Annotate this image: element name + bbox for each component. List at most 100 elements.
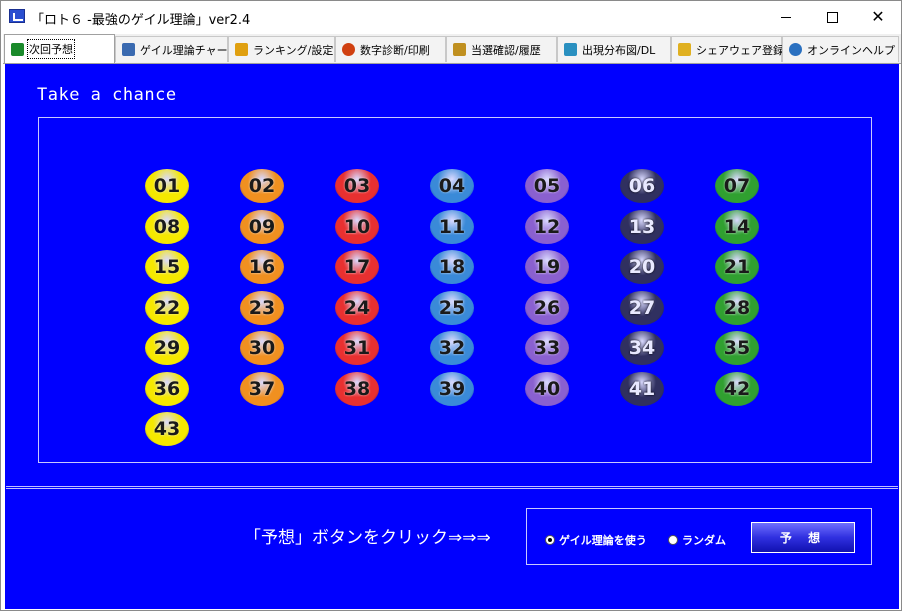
ball-number: 07 xyxy=(723,175,751,197)
number-ball[interactable]: 10 xyxy=(335,209,379,244)
tab-history[interactable]: 当選確認/履歴 xyxy=(446,36,557,62)
ball-number: 41 xyxy=(628,377,656,400)
ball-number: 23 xyxy=(248,296,276,319)
number-ball[interactable]: 11 xyxy=(430,209,474,244)
radio-random[interactable]: ランダム xyxy=(668,532,726,548)
main-panel: Take a chance 01 02 03 04 05 06 07 08 09 10 11 12 13… xyxy=(5,64,899,609)
number-ball[interactable]: 14 xyxy=(715,209,759,244)
number-ball[interactable]: 37 xyxy=(240,371,284,406)
predict-button[interactable]: 予 想 xyxy=(751,522,855,553)
ball-number: 43 xyxy=(153,418,181,440)
ball-number: 28 xyxy=(723,296,751,319)
ball-number: 40 xyxy=(533,377,561,400)
number-ball[interactable]: 31 xyxy=(335,331,379,365)
number-ball[interactable]: 32 xyxy=(430,331,474,365)
close-button[interactable]: ✕ xyxy=(855,1,901,33)
ball-number: 04 xyxy=(438,175,466,197)
number-ball[interactable]: 35 xyxy=(715,331,759,365)
tab-diagnosis[interactable]: 数字診断/印刷 xyxy=(335,36,446,62)
number-ball[interactable]: 03 xyxy=(335,169,379,203)
number-ball[interactable]: 20 xyxy=(620,250,664,284)
tab-next-prediction[interactable]: 次回予想 xyxy=(4,34,115,63)
number-ball[interactable]: 01 xyxy=(145,169,189,203)
number-ball[interactable]: 15 xyxy=(145,250,189,284)
ball-number: 27 xyxy=(628,296,656,319)
ball-number: 10 xyxy=(343,215,371,238)
minimize-icon xyxy=(781,16,791,18)
ball-number: 05 xyxy=(533,175,561,197)
number-ball[interactable]: 42 xyxy=(715,371,759,406)
number-ball[interactable]: 23 xyxy=(240,290,284,325)
number-ball[interactable]: 07 xyxy=(715,169,759,203)
number-ball[interactable]: 19 xyxy=(525,250,569,284)
app-icon xyxy=(9,9,25,23)
ball-number: 15 xyxy=(153,256,181,278)
number-ball[interactable]: 25 xyxy=(430,290,474,325)
instruction-text: 「予想」ボタンをクリック⇒⇒⇒ xyxy=(244,528,491,548)
distribution-icon xyxy=(564,43,577,56)
tab-gail-chart[interactable]: ゲイル理論チャート xyxy=(115,36,239,62)
ball-number: 13 xyxy=(628,215,656,238)
ball-number: 30 xyxy=(248,337,276,359)
number-ball[interactable]: 08 xyxy=(145,209,189,244)
number-ball[interactable]: 29 xyxy=(145,331,189,365)
number-ball[interactable]: 43 xyxy=(145,412,189,446)
radio-gail-theory[interactable]: ゲイル理論を使う xyxy=(545,532,647,548)
ball-number: 21 xyxy=(723,256,751,278)
tab-distribution[interactable]: 出現分布図/DL xyxy=(557,36,671,62)
help-icon xyxy=(789,43,802,56)
number-ball[interactable]: 24 xyxy=(335,290,379,325)
tab-online-help[interactable]: オンラインヘルプ xyxy=(782,36,899,62)
ball-number: 02 xyxy=(248,175,276,197)
number-ball[interactable]: 30 xyxy=(240,331,284,365)
tab-ranking[interactable]: ランキング/設定 xyxy=(228,36,335,62)
ball-number: 17 xyxy=(343,256,371,278)
tab-bar: 次回予想 ゲイル理論チャート ランキング/設定 数字診断/印刷 当選確認/履歴 … xyxy=(3,34,901,64)
number-ball[interactable]: 04 xyxy=(430,169,474,203)
number-ball[interactable]: 26 xyxy=(525,290,569,325)
number-ball[interactable]: 17 xyxy=(335,250,379,284)
number-ball[interactable]: 05 xyxy=(525,169,569,203)
ball-number: 32 xyxy=(438,337,466,359)
number-ball[interactable]: 33 xyxy=(525,331,569,365)
number-ball[interactable]: 02 xyxy=(240,169,284,203)
number-ball[interactable]: 16 xyxy=(240,250,284,284)
ranking-icon xyxy=(235,43,248,56)
number-ball[interactable]: 18 xyxy=(430,250,474,284)
number-ball[interactable]: 21 xyxy=(715,250,759,284)
number-ball[interactable]: 40 xyxy=(525,371,569,406)
number-ball[interactable]: 09 xyxy=(240,209,284,244)
ball-number: 03 xyxy=(343,175,371,197)
number-ball[interactable]: 34 xyxy=(620,331,664,365)
number-ball[interactable]: 27 xyxy=(620,290,664,325)
radio-unselected-icon xyxy=(668,535,678,545)
number-ball[interactable]: 13 xyxy=(620,209,664,244)
window-title: 「ロト６ -最強のゲイル理論」ver2.4 xyxy=(31,13,251,28)
ball-number: 12 xyxy=(533,215,561,238)
ball-number: 22 xyxy=(153,296,181,319)
number-ball[interactable]: 41 xyxy=(620,371,664,406)
ball-number: 11 xyxy=(438,215,466,238)
ball-number: 33 xyxy=(533,337,561,359)
number-ball[interactable]: 39 xyxy=(430,371,474,406)
number-ball[interactable]: 28 xyxy=(715,290,759,325)
number-ball[interactable]: 22 xyxy=(145,290,189,325)
tab-shareware[interactable]: シェアウェア登録 xyxy=(671,36,784,62)
maximize-button[interactable] xyxy=(809,1,855,33)
radio-selected-icon xyxy=(545,535,555,545)
number-ball[interactable]: 36 xyxy=(145,371,189,406)
ball-number: 29 xyxy=(153,337,181,359)
close-icon: ✕ xyxy=(871,7,885,26)
minimize-button[interactable] xyxy=(763,1,809,33)
number-ball[interactable]: 06 xyxy=(620,169,664,203)
number-ball[interactable]: 12 xyxy=(525,209,569,244)
history-icon xyxy=(453,43,466,56)
ball-number: 34 xyxy=(628,337,656,359)
panel-heading: Take a chance xyxy=(37,85,177,105)
ball-number: 06 xyxy=(628,175,656,197)
ball-number: 08 xyxy=(153,215,181,238)
number-ball[interactable]: 38 xyxy=(335,371,379,406)
ball-number: 20 xyxy=(628,256,656,278)
ball-number: 18 xyxy=(438,256,466,278)
ball-number: 35 xyxy=(723,337,751,359)
